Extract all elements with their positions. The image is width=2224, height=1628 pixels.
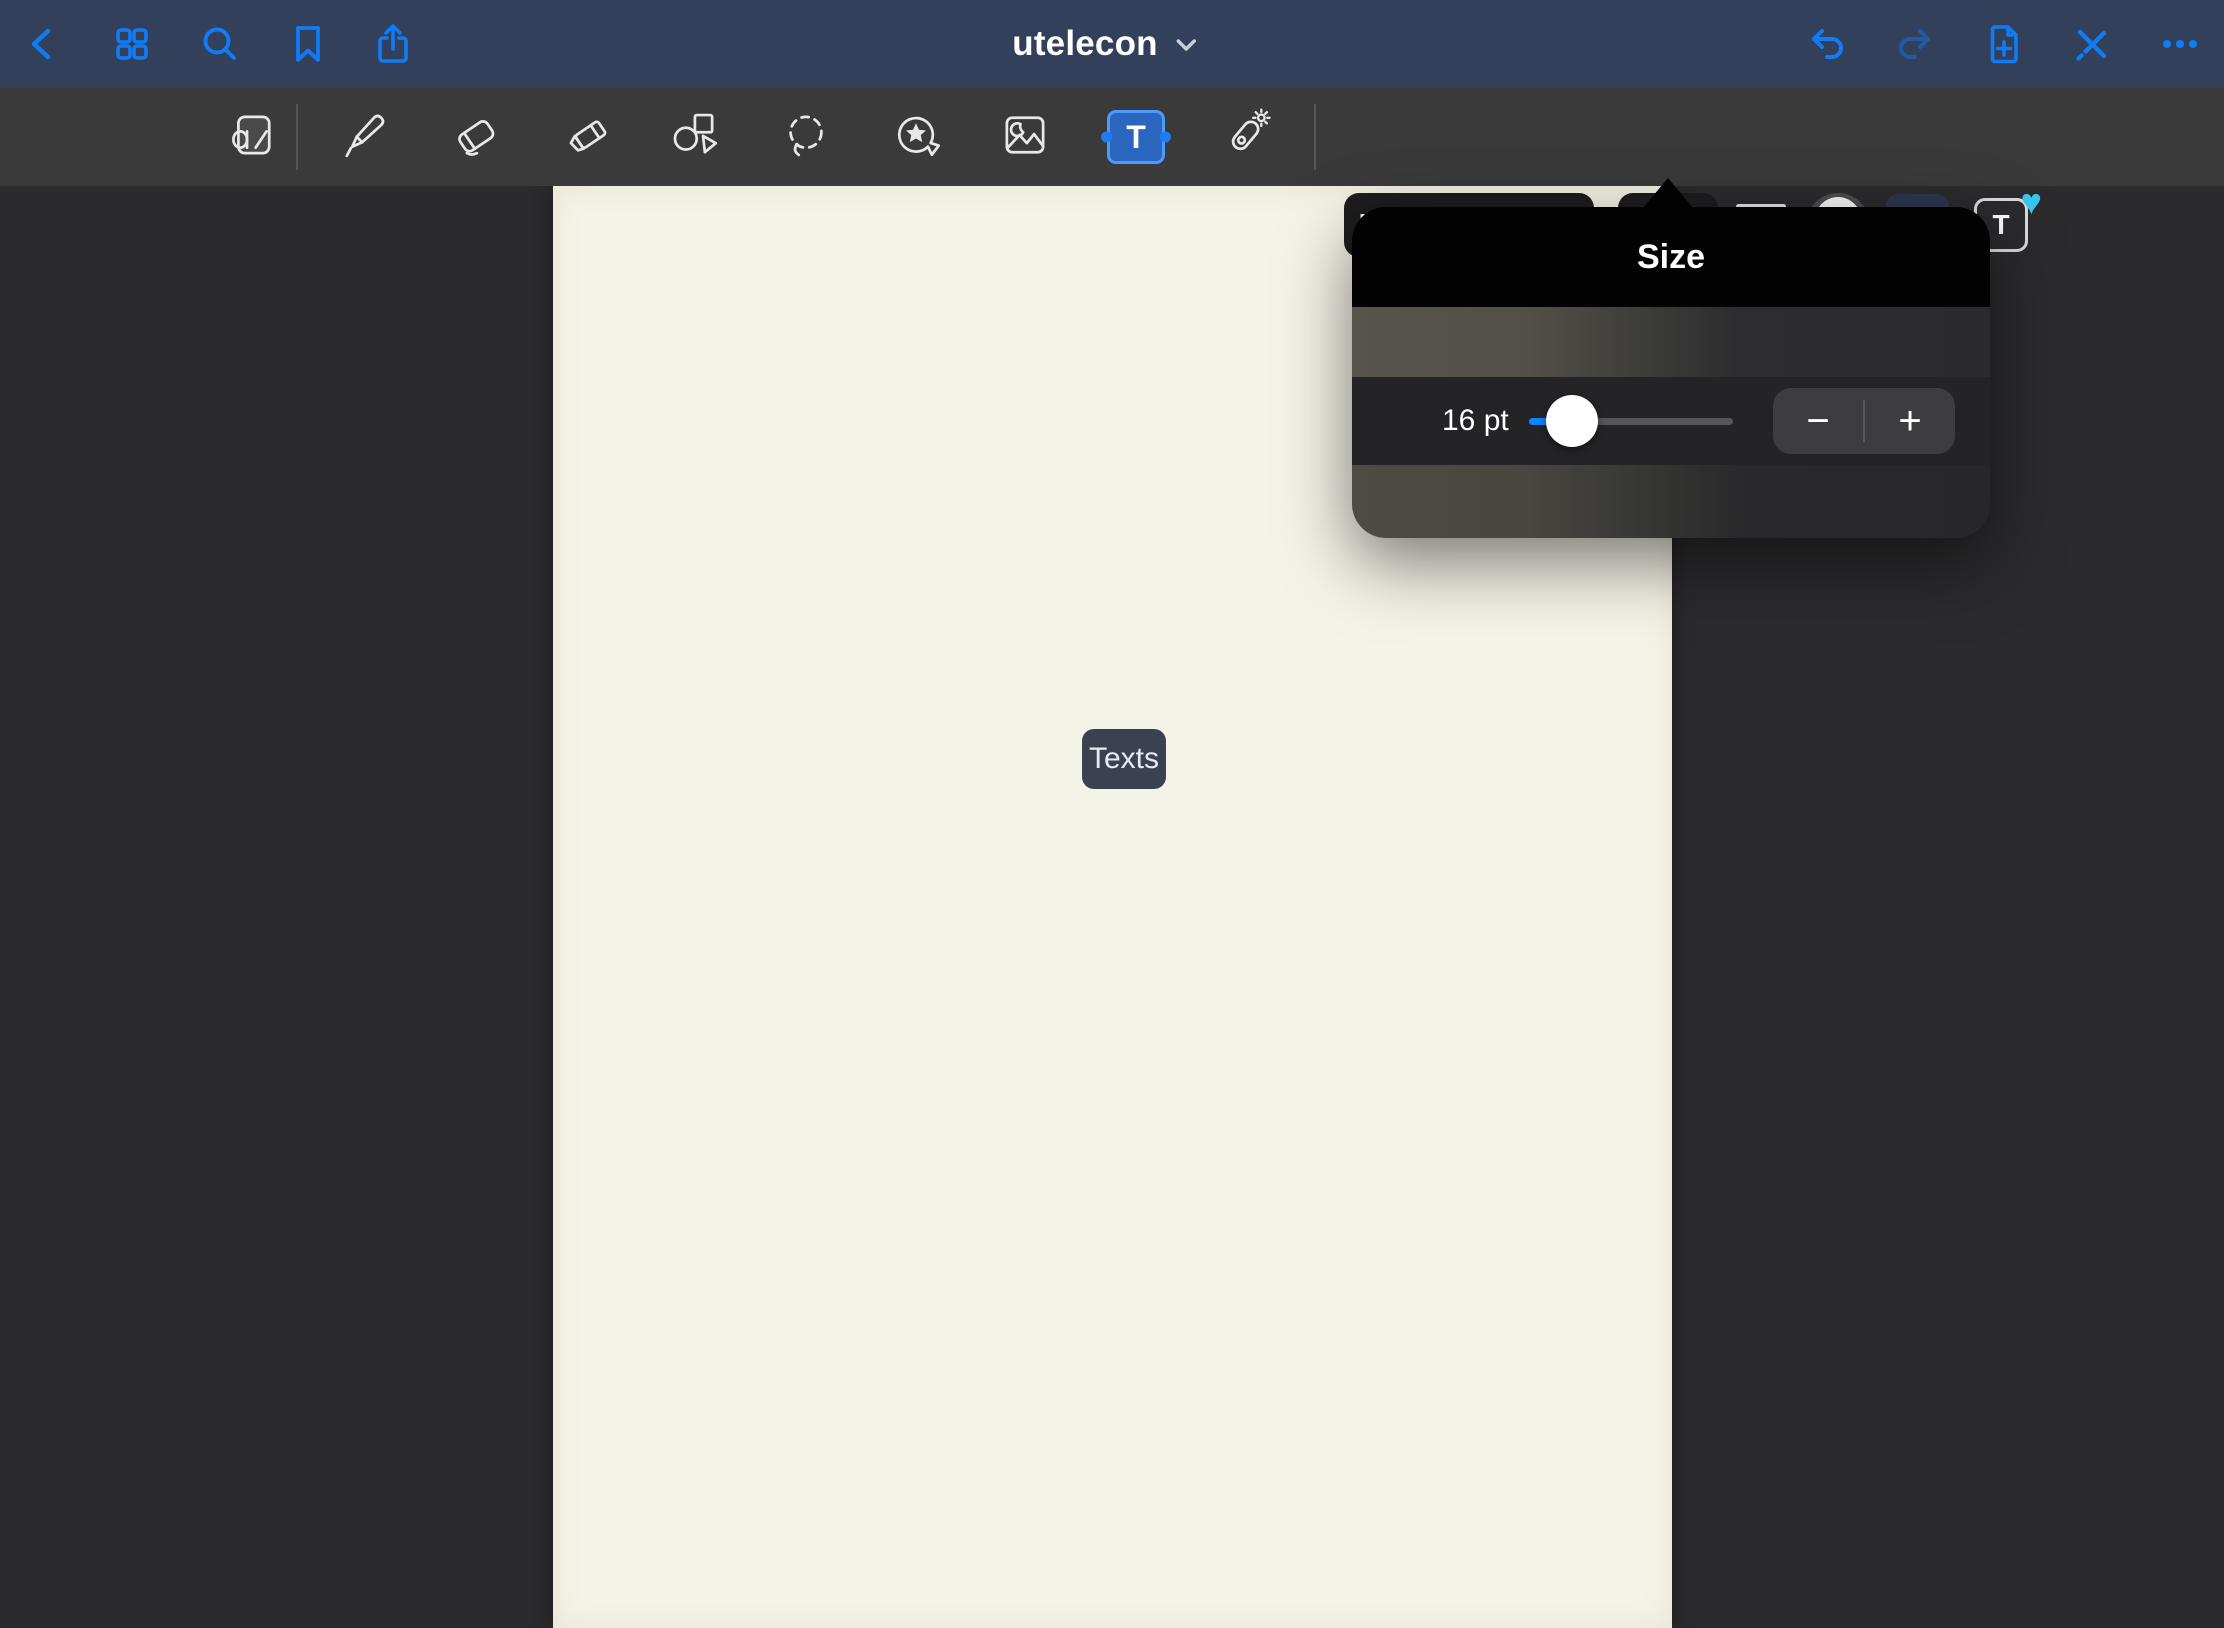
size-value-label: 16 pt xyxy=(1442,404,1504,438)
size-popover: Size 16 pt − + xyxy=(1352,207,1990,538)
chevron-left-icon xyxy=(23,24,63,64)
undo-button[interactable] xyxy=(1805,22,1849,66)
image-icon xyxy=(996,106,1054,169)
selection-handle-left xyxy=(1101,132,1112,143)
size-slider-thumb[interactable] xyxy=(1546,395,1598,447)
size-stepper: − + xyxy=(1773,388,1955,454)
view-mode-tool[interactable] xyxy=(220,105,284,169)
text-tool-selected-box: T xyxy=(1107,110,1165,164)
shapes-icon xyxy=(665,106,723,169)
texts-tooltip: Texts xyxy=(1082,729,1166,789)
share-icon xyxy=(372,22,414,66)
toolbar-divider-2 xyxy=(1314,104,1316,170)
bookmark-icon xyxy=(288,23,328,65)
size-preview-band xyxy=(1352,307,1990,377)
popover-arrow xyxy=(1643,178,1693,208)
minus-icon: − xyxy=(1806,399,1829,444)
close-markup-button[interactable] xyxy=(2070,22,2114,66)
size-popover-title: Size xyxy=(1637,238,1705,277)
eraser-tool[interactable] xyxy=(444,105,508,169)
image-tool[interactable] xyxy=(993,105,1057,169)
back-button[interactable] xyxy=(21,22,65,66)
ellipsis-icon xyxy=(2158,23,2202,65)
selection-handle-right xyxy=(1160,132,1171,143)
lasso-icon xyxy=(777,106,835,169)
undo-icon xyxy=(1806,23,1848,65)
lasso-tool[interactable] xyxy=(774,105,838,169)
document-title: utelecon xyxy=(1012,24,1158,64)
chevron-down-icon xyxy=(1174,37,1198,58)
thumbnails-button[interactable] xyxy=(110,22,154,66)
tools-toolbar: T HiraginoSans-... 16 xyxy=(0,88,2224,186)
bookmark-button[interactable] xyxy=(286,22,330,66)
size-popover-header: Size xyxy=(1352,207,1990,307)
redo-button[interactable] xyxy=(1893,22,1937,66)
search-button[interactable] xyxy=(198,22,242,66)
size-slider-track[interactable] xyxy=(1529,418,1733,425)
app-root: Texts ut xyxy=(0,0,2224,1628)
pen-tool[interactable] xyxy=(332,105,396,169)
top-navigation-bar: utelecon xyxy=(0,0,2224,88)
heart-icon: ♥ xyxy=(2021,184,2042,220)
shapes-tool[interactable] xyxy=(662,105,726,169)
grid-view-icon xyxy=(111,23,153,65)
highlighter-tool[interactable] xyxy=(556,105,620,169)
more-button[interactable] xyxy=(2158,22,2202,66)
eraser-icon xyxy=(447,106,505,169)
text-tool[interactable]: T xyxy=(1104,105,1168,169)
laser-pointer-icon xyxy=(1216,106,1274,169)
sticker-star-icon xyxy=(887,106,945,169)
add-page-icon xyxy=(1983,22,2025,66)
elements-tool[interactable] xyxy=(884,105,948,169)
text-tool-glyph: T xyxy=(1126,119,1146,156)
share-button[interactable] xyxy=(371,22,415,66)
texts-tooltip-label: Texts xyxy=(1089,742,1159,776)
size-popover-footer-band xyxy=(1352,465,1990,538)
decrease-size-button[interactable]: − xyxy=(1773,388,1863,454)
view-mode-icon xyxy=(223,106,281,169)
highlighter-icon xyxy=(559,106,617,169)
add-page-button[interactable] xyxy=(1982,22,2026,66)
document-title-button[interactable]: utelecon xyxy=(1012,0,1198,88)
laser-pointer-tool[interactable] xyxy=(1213,105,1277,169)
plus-icon: + xyxy=(1898,399,1921,444)
size-slider-row: 16 pt − + xyxy=(1352,377,1990,465)
text-style-glyph: T xyxy=(1992,209,2009,241)
toolbar-divider xyxy=(296,104,298,170)
pen-cross-icon xyxy=(2071,23,2113,65)
pen-icon xyxy=(335,106,393,169)
increase-size-button[interactable]: + xyxy=(1865,388,1955,454)
redo-icon xyxy=(1894,23,1936,65)
search-icon xyxy=(199,23,241,65)
